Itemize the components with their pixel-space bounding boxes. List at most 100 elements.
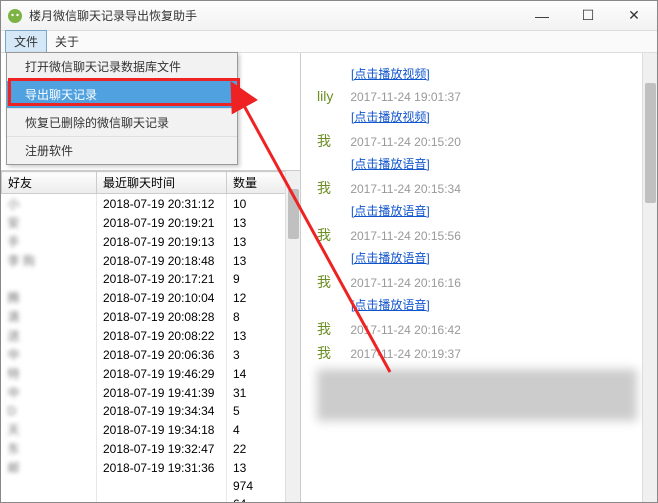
table-row[interactable]: 特2018-07-19 19:46:2914: [2, 364, 300, 383]
cell-friend: 送: [2, 326, 97, 345]
cell-friend: 安: [2, 213, 97, 232]
cell-time: [97, 495, 227, 502]
file-dropdown: 打开微信聊天记录数据库文件 导出聊天记录 恢复已删除的微信聊天记录 注册软件: [6, 52, 238, 165]
cell-friend: [2, 270, 97, 288]
message-sender: 我: [317, 343, 347, 363]
table-row[interactable]: 送2018-07-19 20:08:2213: [2, 326, 300, 345]
window-controls: — ☐ ✕: [519, 1, 657, 31]
cell-time: [97, 477, 227, 495]
menu-register[interactable]: 注册软件: [7, 137, 237, 164]
message-header: lily 2017-11-24 19:01:37: [317, 88, 641, 104]
table-row[interactable]: 滴2018-07-19 20:08:288: [2, 307, 300, 326]
cell-time: 2018-07-19 20:10:04: [97, 288, 227, 307]
cell-friend: [2, 477, 97, 495]
app-icon: [7, 8, 23, 24]
message-header: 我 2017-11-24 20:16:42: [317, 319, 641, 339]
message-time: 2017-11-24 20:15:34: [347, 182, 461, 196]
play-audio-link[interactable]: [点击播放语音]: [351, 249, 641, 266]
minimize-button[interactable]: —: [519, 1, 565, 31]
left-scrollbar[interactable]: [285, 171, 300, 502]
cell-time: 2018-07-19 19:34:34: [97, 402, 227, 420]
message-header: 我 2017-11-24 20:15:56: [317, 225, 641, 245]
titlebar: 楼月微信聊天记录导出恢复助手 — ☐ ✕: [1, 1, 657, 31]
message-header: 我 2017-11-24 20:19:37: [317, 343, 641, 363]
cell-friend: [2, 495, 97, 502]
table-row[interactable]: 中2018-07-19 19:41:3931: [2, 383, 300, 402]
close-button[interactable]: ✕: [611, 1, 657, 31]
message-time: 2017-11-24 20:16:16: [347, 276, 461, 290]
cell-time: 2018-07-19 20:19:21: [97, 213, 227, 232]
table-row[interactable]: D2018-07-19 19:34:345: [2, 402, 300, 420]
message-sender: 我: [317, 131, 347, 151]
cell-friend: 滴: [2, 307, 97, 326]
cell-time: 2018-07-19 19:46:29: [97, 364, 227, 383]
right-scrollbar[interactable]: [642, 53, 657, 502]
message-sender: 我: [317, 225, 347, 245]
table-row[interactable]: 64: [2, 495, 300, 502]
window-title: 楼月微信聊天记录导出恢复助手: [29, 7, 519, 24]
table-row[interactable]: 手2018-07-19 20:19:1313: [2, 232, 300, 251]
table-row[interactable]: 安2018-07-19 20:19:2113: [2, 213, 300, 232]
message-time: 2017-11-24 20:16:42: [347, 323, 461, 337]
menu-recover-deleted[interactable]: 恢复已删除的微信聊天记录: [7, 109, 237, 137]
table-row[interactable]: 腾2018-07-19 20:10:0412: [2, 288, 300, 307]
message-header: 我 2017-11-24 20:15:20: [317, 131, 641, 151]
blurred-message: [317, 369, 637, 421]
table-row[interactable]: 小2018-07-19 20:31:1210: [2, 194, 300, 214]
message-header: 我 2017-11-24 20:16:16: [317, 272, 641, 292]
cell-friend: 中: [2, 383, 97, 402]
message-sender: 我: [317, 319, 347, 339]
message-header: 我 2017-11-24 20:15:34: [317, 178, 641, 198]
cell-time: 2018-07-19 20:08:28: [97, 307, 227, 326]
message-time: 2017-11-24 20:15:20: [347, 135, 461, 149]
table-row[interactable]: 974: [2, 477, 300, 495]
menu-file[interactable]: 文件: [5, 30, 47, 53]
cell-time: 2018-07-19 20:08:22: [97, 326, 227, 345]
menubar: 文件 关于: [1, 31, 657, 53]
message-time: 2017-11-24 19:01:37: [347, 90, 461, 104]
message-time: 2017-11-24 20:19:37: [347, 347, 461, 361]
cell-time: 2018-07-19 19:41:39: [97, 383, 227, 402]
cell-friend: 李 购: [2, 251, 97, 270]
cell-friend: D: [2, 402, 97, 420]
play-video-link[interactable]: [点击播放视频]: [351, 65, 641, 82]
play-audio-link[interactable]: [点击播放语音]: [351, 202, 641, 219]
table-row[interactable]: 2018-07-19 20:17:219: [2, 270, 300, 288]
scrollbar-thumb[interactable]: [288, 189, 299, 239]
table-row[interactable]: 东2018-07-19 19:32:4722: [2, 439, 300, 458]
cell-time: 2018-07-19 20:17:21: [97, 270, 227, 288]
cell-friend: 特: [2, 364, 97, 383]
table-row[interactable]: 中2018-07-19 20:06:363: [2, 345, 300, 364]
cell-friend: 邮: [2, 458, 97, 477]
cell-time: 2018-07-19 19:32:47: [97, 439, 227, 458]
play-video-link[interactable]: [点击播放视频]: [351, 108, 641, 125]
friends-table-wrap: 好友 最近聊天时间 数量 小2018-07-19 20:31:1210安2018…: [1, 171, 300, 502]
cell-time: 2018-07-19 20:31:12: [97, 194, 227, 214]
menu-about[interactable]: 关于: [47, 31, 87, 52]
col-friend[interactable]: 好友: [2, 172, 97, 194]
scrollbar-thumb[interactable]: [645, 83, 656, 203]
message-sender: lily: [317, 88, 347, 104]
friends-table: 好友 最近聊天时间 数量 小2018-07-19 20:31:1210安2018…: [1, 171, 300, 502]
col-time[interactable]: 最近聊天时间: [97, 172, 227, 194]
menu-open-db[interactable]: 打开微信聊天记录数据库文件: [7, 53, 237, 81]
table-row[interactable]: 李 购2018-07-19 20:18:4813: [2, 251, 300, 270]
play-audio-link[interactable]: [点击播放语音]: [351, 155, 641, 172]
menu-export-chat[interactable]: 导出聊天记录: [7, 81, 237, 109]
cell-friend: 天: [2, 420, 97, 439]
cell-friend: 手: [2, 232, 97, 251]
cell-friend: 小: [2, 194, 97, 214]
cell-friend: 中: [2, 345, 97, 364]
table-row[interactable]: 邮2018-07-19 19:31:3613: [2, 458, 300, 477]
message-time: 2017-11-24 20:15:56: [347, 229, 461, 243]
cell-time: 2018-07-19 20:18:48: [97, 251, 227, 270]
cell-friend: 东: [2, 439, 97, 458]
cell-time: 2018-07-19 20:06:36: [97, 345, 227, 364]
table-row[interactable]: 天2018-07-19 19:34:184: [2, 420, 300, 439]
play-audio-link[interactable]: [点击播放语音]: [351, 296, 641, 313]
cell-time: 2018-07-19 19:31:36: [97, 458, 227, 477]
cell-time: 2018-07-19 20:19:13: [97, 232, 227, 251]
cell-friend: 腾: [2, 288, 97, 307]
maximize-button[interactable]: ☐: [565, 1, 611, 31]
cell-time: 2018-07-19 19:34:18: [97, 420, 227, 439]
